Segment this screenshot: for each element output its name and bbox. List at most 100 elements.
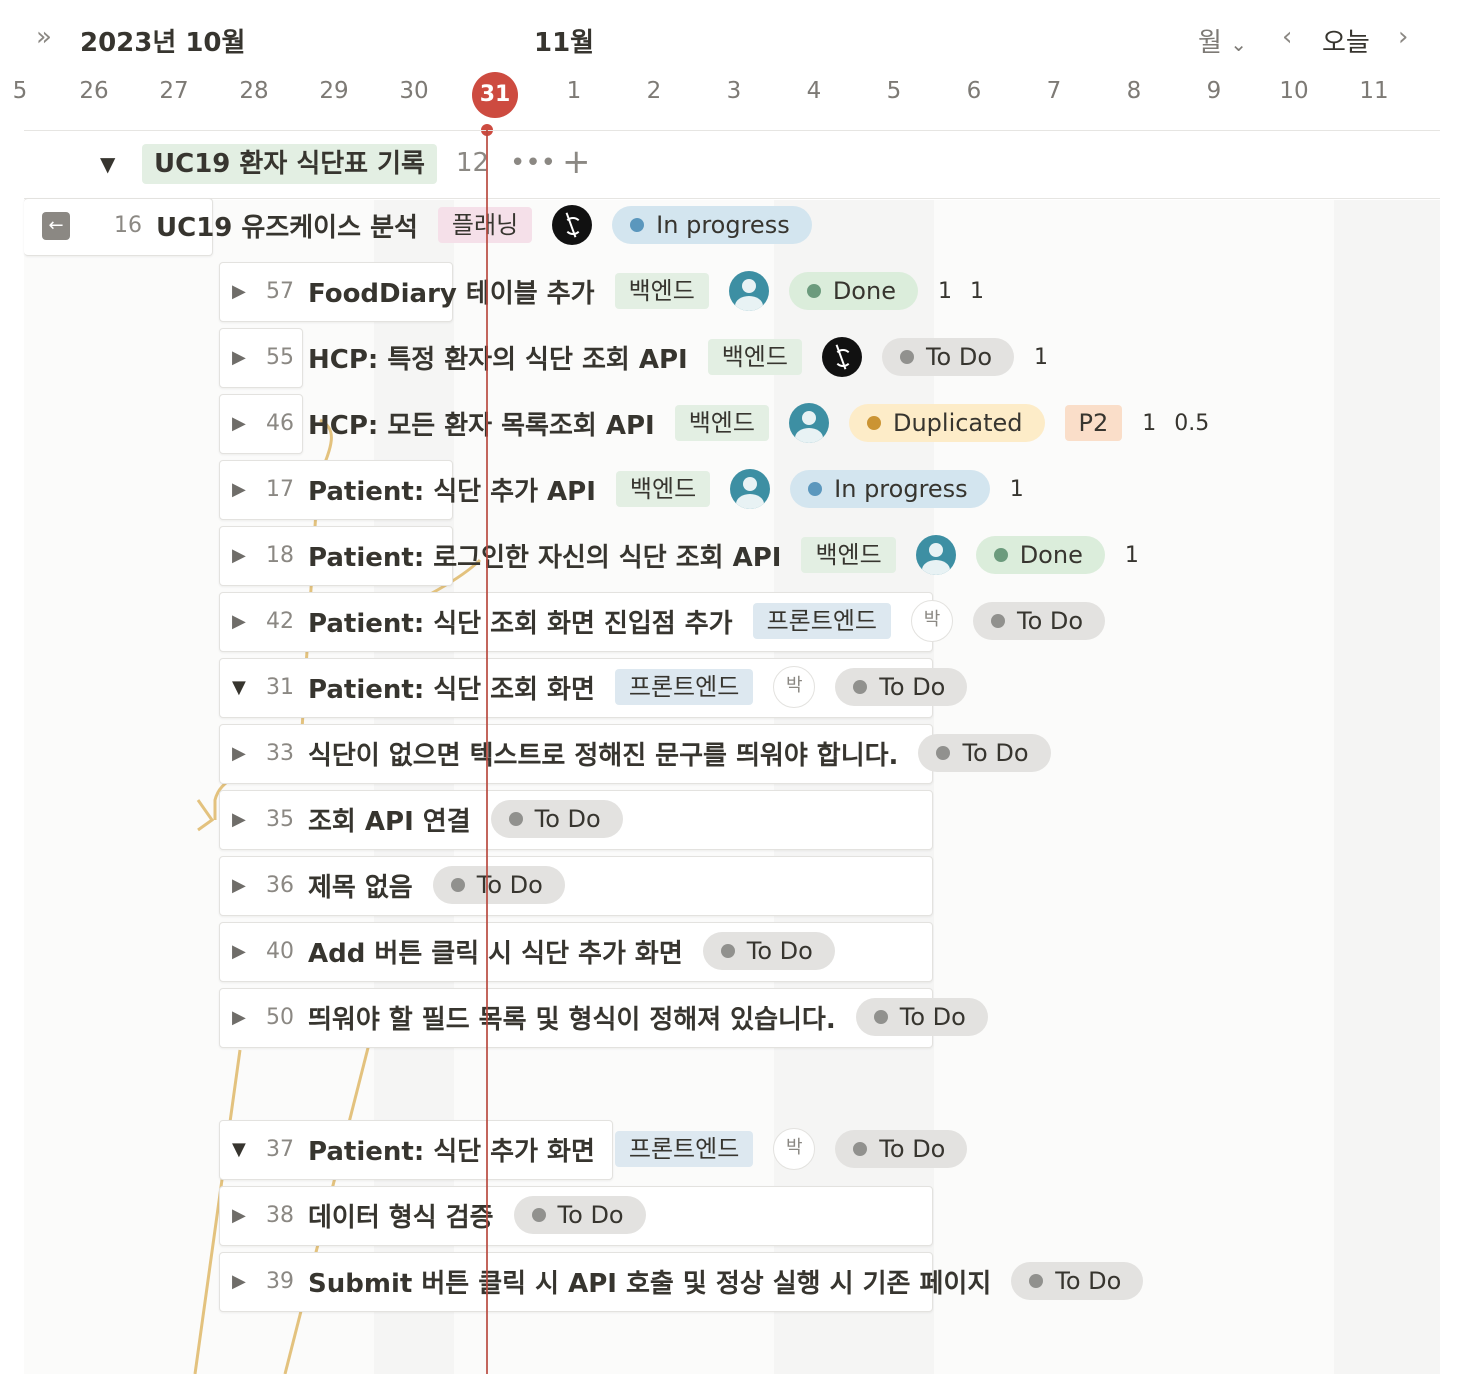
estimate-value: 1 [1142, 410, 1157, 436]
task-row[interactable]: ▶ 33 식단이 없으면 텍스트로 정해진 문구를 띄워야 합니다. To Do [232, 731, 1071, 775]
tag-frontend: 프론트엔드 [614, 1131, 754, 1167]
task-title: Patient: 로그인한 자신의 식단 조회 API [308, 542, 782, 573]
date-label: 1 [566, 78, 582, 104]
task-title: Patient: 식단 조회 화면 진입점 추가 [308, 608, 733, 639]
double-chevron-right-icon[interactable]: » [36, 22, 52, 52]
date-label: 11 [1359, 78, 1389, 104]
arrow-left-icon[interactable]: ← [42, 212, 70, 240]
task-row[interactable]: ▶ 42 Patient: 식단 조회 화면 진입점 추가 프론트엔드 박 To… [232, 599, 1125, 643]
avatar [821, 337, 862, 377]
triangle-down-icon[interactable]: ▼ [232, 1139, 266, 1160]
task-row[interactable]: ▼ 37 Patient: 식단 추가 화면 프론트엔드 박 To Do [232, 1127, 987, 1171]
date-label: 3 [726, 78, 742, 104]
tag-frontend: 프론트엔드 [614, 669, 754, 705]
task-title: 제목 없음 [308, 872, 413, 903]
task-title: Patient: 식단 추가 화면 [308, 1136, 595, 1167]
date-label: 2 [646, 78, 662, 104]
estimate-value: 1 [1034, 344, 1048, 370]
triangle-right-icon[interactable]: ▶ [232, 1007, 266, 1028]
triangle-right-icon[interactable]: ▶ [232, 413, 266, 434]
triangle-right-icon[interactable]: ▶ [232, 611, 266, 632]
chevron-left-icon[interactable]: ‹ [1282, 22, 1292, 52]
task-row[interactable]: ▶ 35 조회 API 연결 To Do [232, 797, 643, 841]
task-title: Submit 버튼 클릭 시 API 호출 및 정상 실행 시 기존 페이지 [308, 1268, 992, 1299]
triangle-right-icon[interactable]: ▶ [232, 875, 266, 896]
status-badge: To Do [881, 338, 1014, 376]
task-row[interactable]: ▶ 38 데이터 형식 검증 To Do [232, 1193, 666, 1237]
avatar [730, 469, 771, 509]
task-number: 16 [114, 212, 142, 238]
more-icon[interactable]: ••• [510, 148, 556, 178]
task-title: Patient: 식단 조회 화면 [308, 674, 595, 705]
date-label: 29 [319, 78, 349, 104]
estimate-value: 1 [969, 278, 984, 304]
status-badge: To Do [855, 998, 988, 1036]
date-label: 27 [159, 78, 189, 104]
task-number: 37 [266, 1136, 294, 1162]
view-select-label: 월 [1198, 28, 1222, 58]
triangle-right-icon[interactable]: ▶ [232, 1271, 266, 1292]
date-label: 5 [12, 78, 28, 104]
chevron-down-icon: ⌄ [1230, 32, 1247, 56]
task-title: Add 버튼 클릭 시 식단 추가 화면 [308, 938, 683, 969]
status-badge: To Do [835, 1130, 968, 1168]
task-number: 57 [266, 278, 294, 304]
today-line [486, 130, 488, 1374]
triangle-right-icon[interactable]: ▶ [232, 941, 266, 962]
tag-backend: 백엔드 [674, 405, 769, 441]
status-badge: To Do [973, 602, 1106, 640]
task-row[interactable]: ▶ 55 HCP: 특정 환자의 식단 조회 API 백엔드 To Do 1 [232, 335, 1066, 379]
triangle-right-icon[interactable]: ▶ [232, 743, 266, 764]
triangle-right-icon[interactable]: ▶ [232, 545, 266, 566]
task-row[interactable]: 16 UC19 유즈케이스 분석 플래닝 In progress [114, 203, 832, 247]
today-marker: 31 [472, 72, 518, 118]
task-row[interactable]: ▶ 40 Add 버튼 클릭 시 식단 추가 화면 To Do [232, 929, 855, 973]
avatar [552, 205, 593, 245]
task-number: 17 [266, 476, 294, 502]
triangle-right-icon[interactable]: ▶ [232, 281, 266, 302]
month-label-october: 2023년 10월 [80, 28, 246, 58]
task-number: 35 [266, 806, 294, 832]
group-toggle-icon[interactable]: ▼ [100, 152, 115, 176]
avatar: 박 [773, 666, 816, 708]
tag-frontend: 프론트엔드 [752, 603, 891, 639]
task-row[interactable]: ▶ 17 Patient: 식단 추가 API 백엔드 In progress … [232, 467, 1042, 511]
task-number: 18 [266, 542, 294, 568]
date-label: 4 [806, 78, 822, 104]
date-label: 28 [239, 78, 269, 104]
task-row[interactable]: ▼ 31 Patient: 식단 조회 화면 프론트엔드 박 To Do [232, 665, 987, 709]
task-number: 46 [266, 410, 294, 436]
add-icon[interactable]: + [562, 142, 591, 182]
date-label: 9 [1206, 78, 1222, 104]
tag-backend: 백엔드 [614, 273, 709, 309]
date-label: 6 [966, 78, 982, 104]
task-row[interactable]: ▶ 39 Submit 버튼 클릭 시 API 호출 및 정상 실행 시 기존 … [232, 1259, 1163, 1303]
tag-backend: 백엔드 [615, 471, 711, 507]
triangle-right-icon[interactable]: ▶ [232, 1205, 266, 1226]
status-badge: To Do [513, 1196, 646, 1234]
triangle-down-icon[interactable]: ▼ [232, 677, 266, 698]
status-badge: In progress [790, 470, 990, 508]
task-row[interactable]: ▶ 36 제목 없음 To Do [232, 863, 585, 907]
group-title[interactable]: UC19 환자 식단표 기록 [142, 144, 437, 184]
task-row[interactable]: ▶ 46 HCP: 모든 환자 목록조회 API 백엔드 Duplicated … [232, 401, 1227, 445]
task-row[interactable]: ▶ 18 Patient: 로그인한 자신의 식단 조회 API 백엔드 Don… [232, 533, 1157, 577]
task-row[interactable]: ▶ 57 FoodDiary 테이블 추가 백엔드 Done 1 1 [232, 269, 1002, 313]
task-number: 40 [266, 938, 294, 964]
date-label: 8 [1126, 78, 1142, 104]
today-button[interactable]: 오늘 [1322, 22, 1370, 59]
task-number: 39 [266, 1268, 294, 1294]
chevron-right-icon[interactable]: › [1398, 22, 1408, 52]
task-row[interactable]: ▶ 50 띄워야 할 필드 목록 및 형식이 정해져 있습니다. To Do [232, 995, 1008, 1039]
view-select[interactable]: 월 ⌄ [1198, 22, 1247, 59]
status-badge: Done [788, 272, 918, 310]
triangle-right-icon[interactable]: ▶ [232, 479, 266, 500]
status-badge: Done [975, 536, 1105, 574]
avatar: 박 [911, 600, 953, 642]
task-title: FoodDiary 테이블 추가 [308, 278, 595, 309]
estimate-value: 1 [937, 278, 952, 304]
triangle-right-icon[interactable]: ▶ [232, 809, 266, 830]
triangle-right-icon[interactable]: ▶ [232, 347, 266, 368]
group-divider [24, 198, 1440, 199]
estimate-value: 0.5 [1174, 410, 1210, 436]
